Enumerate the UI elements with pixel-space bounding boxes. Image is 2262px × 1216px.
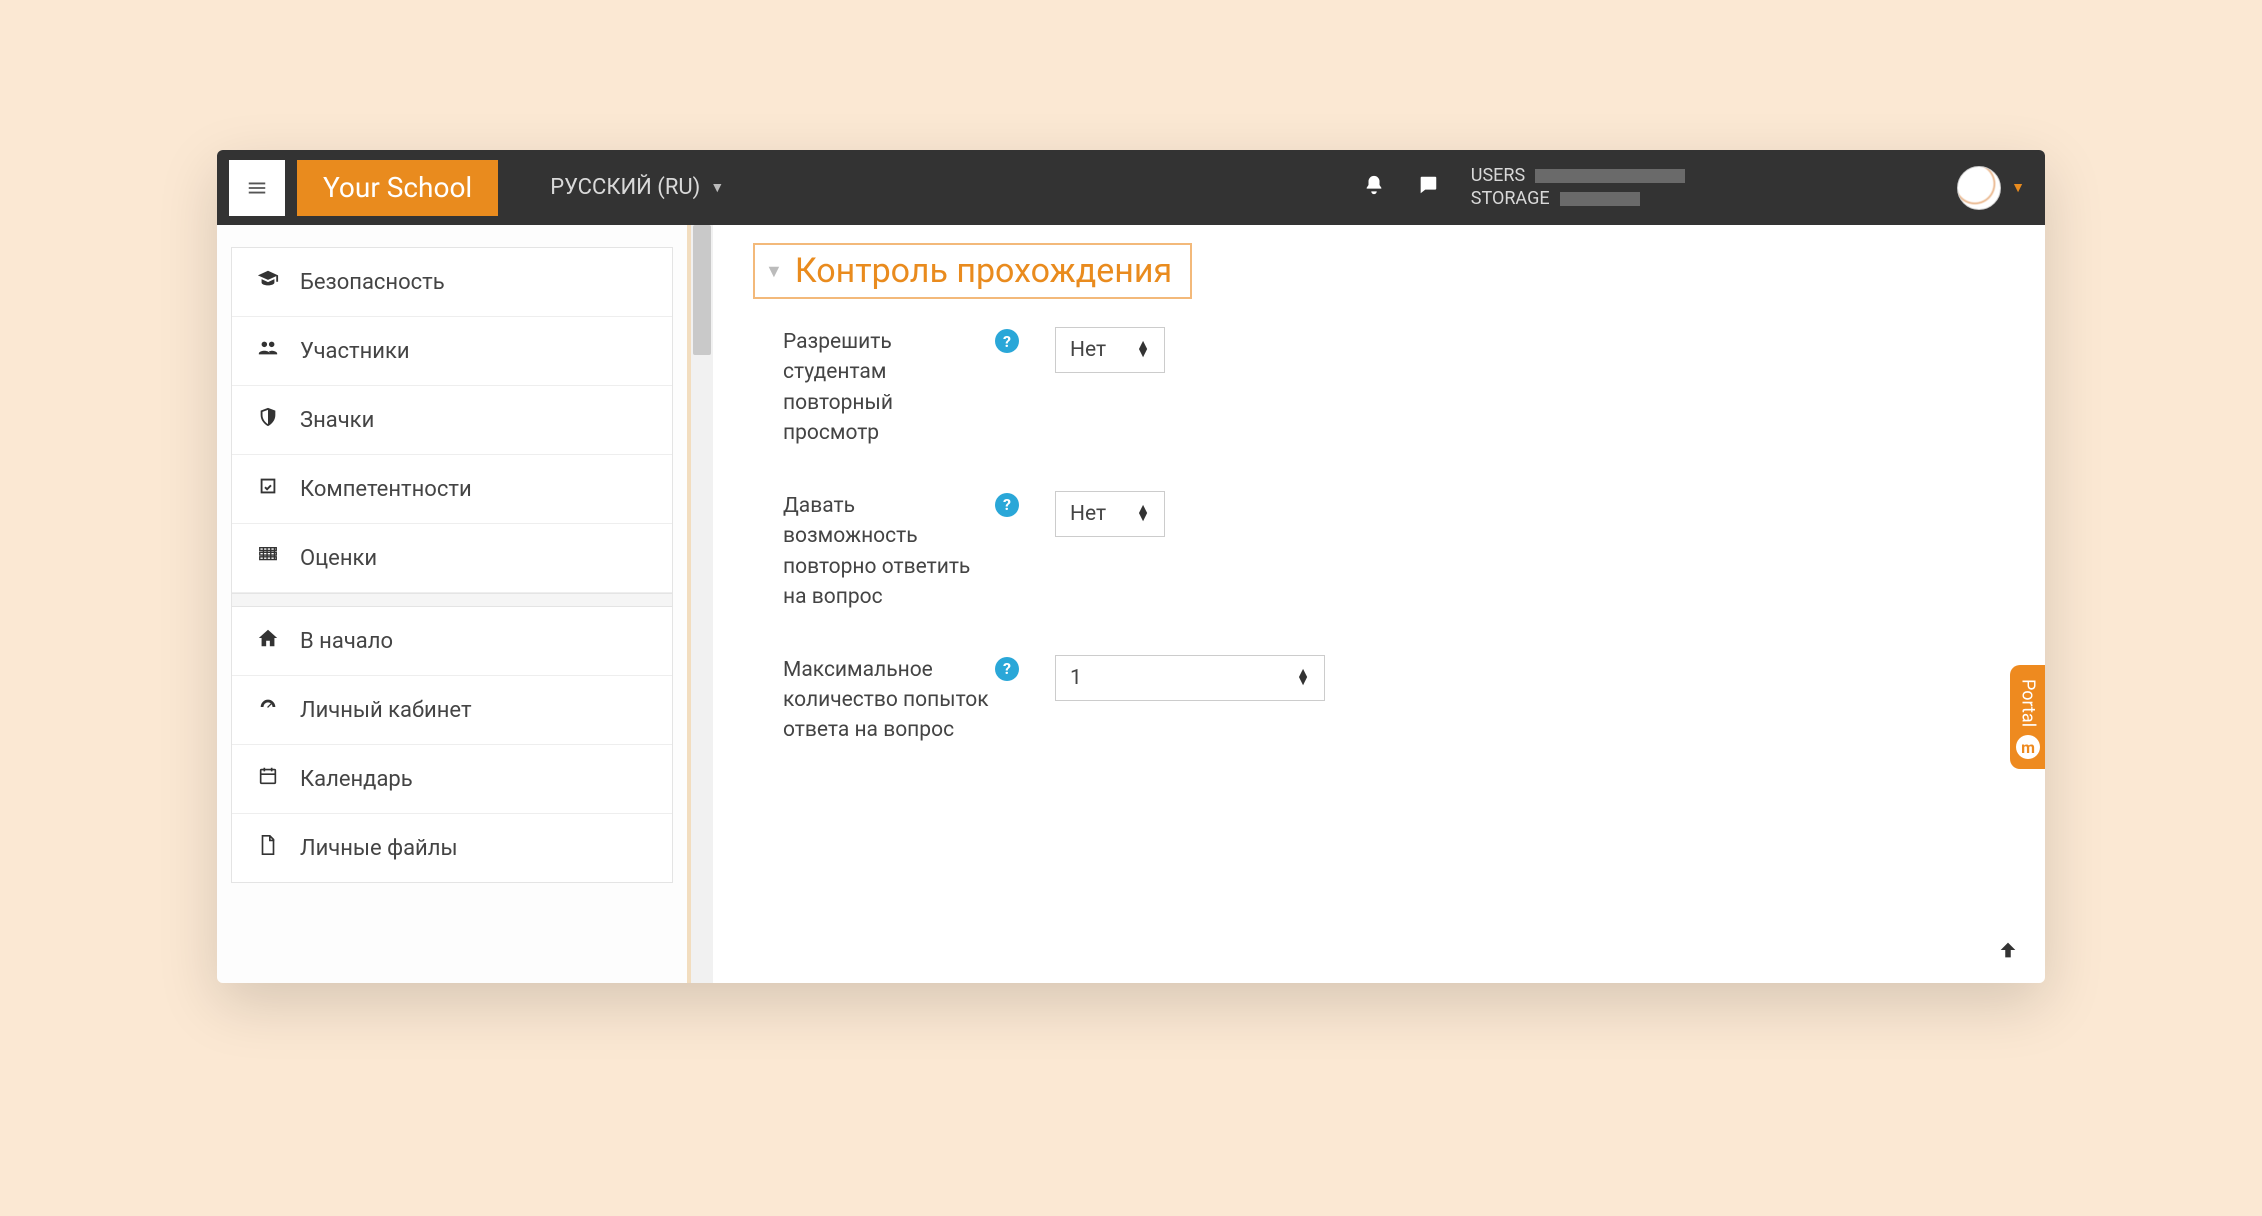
sidebar-item[interactable]: Компетентности — [232, 455, 672, 524]
help-icon[interactable]: ? — [995, 329, 1019, 353]
bell-icon — [1363, 174, 1385, 196]
portal-tab-label: Portal — [2018, 679, 2039, 727]
help-icon[interactable]: ? — [995, 493, 1019, 517]
notifications-button[interactable] — [1363, 174, 1385, 202]
sidebar-item-label: Значки — [300, 408, 374, 433]
storage-label: STORAGE — [1471, 188, 1550, 211]
sidebar-item-label: Оценки — [300, 546, 377, 571]
triangle-down-icon: ▼ — [765, 261, 783, 282]
setting-select[interactable]: 1 ▲▼ — [1055, 655, 1325, 701]
setting-row: Давать возможность повторно ответить на … — [783, 491, 2005, 613]
shield-icon — [254, 406, 282, 434]
section-toggle[interactable]: ▼ Контроль прохождения — [753, 243, 1192, 299]
sidebar-scrollbar[interactable] — [691, 225, 713, 983]
sidebar-item[interactable]: Оценки — [232, 524, 672, 593]
help-icon[interactable]: ? — [995, 657, 1019, 681]
section-title-text: Контроль прохождения — [795, 251, 1172, 291]
grid-icon — [254, 544, 282, 572]
sidebar-item-label: Безопасность — [300, 270, 445, 295]
brand-logo[interactable]: Your School — [297, 160, 498, 216]
sidebar-item-label: Личные файлы — [300, 836, 458, 861]
storage-bar — [1560, 192, 1640, 206]
file-icon — [254, 834, 282, 862]
sidebar-item-label: Личный кабинет — [300, 698, 472, 723]
sidebar-item[interactable]: Личный кабинет — [232, 676, 672, 745]
select-value: 1 — [1070, 666, 1082, 690]
cloud-icon: m — [2016, 735, 2040, 759]
settings-form: Разрешить студентам повторный просмотр? Н… — [753, 327, 2005, 746]
sidebar-item[interactable]: Безопасность — [232, 248, 672, 317]
sort-caret-icon: ▲▼ — [1296, 670, 1310, 685]
dashboard-icon — [254, 696, 282, 724]
home-icon — [254, 627, 282, 655]
portal-side-tab[interactable]: Portal m — [2010, 665, 2045, 769]
hamburger-icon — [246, 177, 268, 199]
sidebar-item[interactable]: В начало — [232, 607, 672, 676]
scroll-to-top-button[interactable] — [1997, 939, 2019, 967]
setting-label: Разрешить студентам повторный просмотр — [783, 327, 993, 449]
users-bar — [1535, 169, 1685, 183]
sidebar-item[interactable]: Личные файлы — [232, 814, 672, 882]
sidebar-item[interactable]: Значки — [232, 386, 672, 455]
graduation-cap-icon — [254, 268, 282, 296]
caret-down-icon: ▼ — [710, 179, 724, 196]
sort-caret-icon: ▲▼ — [1136, 506, 1150, 521]
setting-label: Максимальное количество попыток ответа н… — [783, 655, 993, 746]
body: Безопасность Участники Значки Компетентност… — [217, 225, 2045, 983]
setting-label: Давать возможность повторно ответить на … — [783, 491, 993, 613]
setting-select[interactable]: Нет ▲▼ — [1055, 491, 1165, 537]
hamburger-button[interactable] — [229, 160, 285, 216]
arrow-up-icon — [1997, 939, 2019, 961]
sidebar-item-label: Участники — [300, 339, 410, 364]
sidebar-item-label: Компетентности — [300, 477, 472, 502]
language-selector[interactable]: РУССКИЙ (RU) ▼ — [550, 175, 724, 200]
setting-select[interactable]: Нет ▲▼ — [1055, 327, 1165, 373]
user-menu-caret-icon[interactable]: ▼ — [2011, 179, 2025, 196]
sidebar-divider — [232, 593, 672, 607]
language-label: РУССКИЙ (RU) — [550, 175, 700, 200]
scrollbar-thumb[interactable] — [693, 225, 711, 355]
sidebar-column: Безопасность Участники Значки Компетентност… — [217, 225, 687, 983]
sidebar-item[interactable]: Календарь — [232, 745, 672, 814]
main-content: ▼ Контроль прохождения Разрешить студент… — [713, 225, 2045, 983]
usage-stats: USERS STORAGE — [1471, 165, 1685, 210]
sidebar-item[interactable]: Участники — [232, 317, 672, 386]
sidebar-item-label: В начало — [300, 629, 393, 654]
sidebar-item-label: Календарь — [300, 767, 413, 792]
user-avatar[interactable] — [1957, 166, 2001, 210]
setting-row: Разрешить студентам повторный просмотр? Н… — [783, 327, 2005, 449]
calendar-icon — [254, 765, 282, 793]
select-value: Нет — [1070, 502, 1106, 526]
app-window: Your School РУССКИЙ (RU) ▼ USERS STORAGE… — [217, 150, 2045, 983]
users-label: USERS — [1471, 165, 1525, 188]
sidebar: Безопасность Участники Значки Компетентност… — [231, 247, 673, 883]
messages-button[interactable] — [1417, 174, 1439, 202]
top-navbar: Your School РУССКИЙ (RU) ▼ USERS STORAGE… — [217, 150, 2045, 225]
setting-row: Максимальное количество попыток ответа н… — [783, 655, 2005, 746]
check-square-icon — [254, 475, 282, 503]
select-value: Нет — [1070, 338, 1106, 362]
chat-icon — [1417, 174, 1439, 196]
sort-caret-icon: ▲▼ — [1136, 342, 1150, 357]
users-icon — [254, 337, 282, 365]
